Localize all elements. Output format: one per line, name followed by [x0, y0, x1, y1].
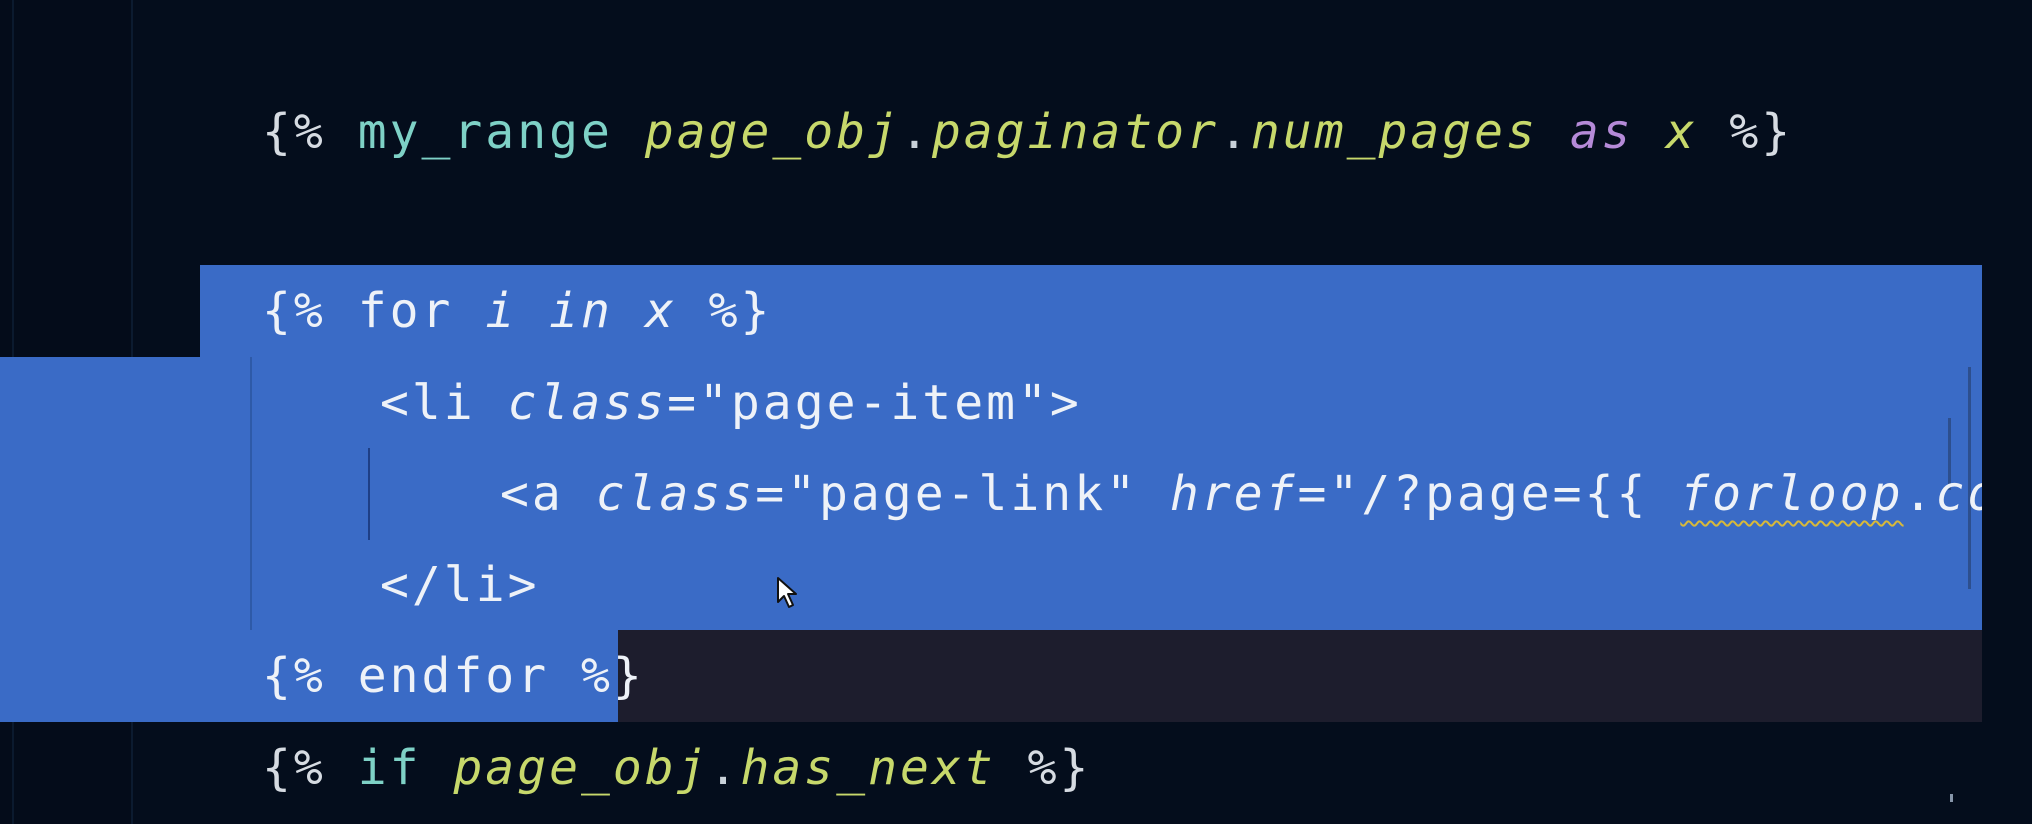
- code-line[interactable]: {% my_range page_obj.paginator.num_pages…: [262, 86, 1793, 178]
- code-line[interactable]: {% endfor %}: [262, 630, 645, 722]
- template-open: {%: [262, 740, 326, 796]
- html-tag: <li: [380, 375, 476, 431]
- variable: forloop: [1680, 466, 1904, 522]
- variable: has_next: [740, 740, 996, 796]
- variable: count: [1935, 466, 1982, 522]
- variable: paginator: [931, 104, 1219, 160]
- html-tag: </li>: [380, 557, 540, 613]
- html-attribute: class: [507, 375, 668, 431]
- variable: x: [1665, 104, 1698, 160]
- keyword: for: [357, 283, 454, 339]
- code-line[interactable]: {% if page_obj.has_next %}: [262, 722, 1091, 814]
- indent-guide: [250, 357, 252, 630]
- template-open: {%: [262, 648, 326, 704]
- dot: .: [1218, 104, 1251, 160]
- code-line[interactable]: {% for i in x %}: [262, 265, 772, 357]
- attribute-value: ="/?page={{: [1297, 466, 1649, 522]
- keyword: endfor: [357, 648, 550, 704]
- template-open: {%: [262, 104, 326, 160]
- variable: x: [644, 283, 677, 339]
- variable: i: [485, 283, 518, 339]
- template-close: %}: [708, 283, 773, 339]
- keyword: in: [549, 283, 613, 339]
- code-line[interactable]: </li>: [380, 539, 540, 631]
- code-editor[interactable]: {% my_range page_obj.paginator.num_pages…: [0, 0, 2032, 824]
- indent-guide: [368, 448, 370, 540]
- html-attribute: href: [1169, 466, 1298, 522]
- html-attribute: class: [595, 466, 756, 522]
- dot: .: [708, 740, 741, 796]
- html-tag: <a: [500, 466, 564, 522]
- keyword: if: [357, 740, 422, 796]
- code-line[interactable]: <li class="page-item">: [380, 357, 1082, 449]
- variable: num_pages: [1250, 104, 1538, 160]
- template-tag: my_range: [357, 104, 613, 160]
- code-line[interactable]: <a class="page-link" href="/?page={{ for…: [500, 448, 1982, 540]
- variable: page_obj: [453, 740, 709, 796]
- current-line-highlight: [618, 630, 1982, 722]
- template-close: %}: [1729, 104, 1794, 160]
- mouse-pointer-icon: [777, 577, 797, 608]
- keyword: as: [1569, 104, 1634, 160]
- template-close: %}: [1027, 740, 1092, 796]
- dot: .: [899, 104, 932, 160]
- template-close: %}: [581, 648, 645, 704]
- template-open: {%: [262, 283, 326, 339]
- attribute-value: ="page-item">: [667, 375, 1082, 431]
- dot: .: [1903, 466, 1936, 522]
- scrollbar-thumb[interactable]: [1950, 794, 1953, 802]
- variable: page_obj: [644, 104, 900, 160]
- attribute-value: ="page-link": [755, 466, 1138, 522]
